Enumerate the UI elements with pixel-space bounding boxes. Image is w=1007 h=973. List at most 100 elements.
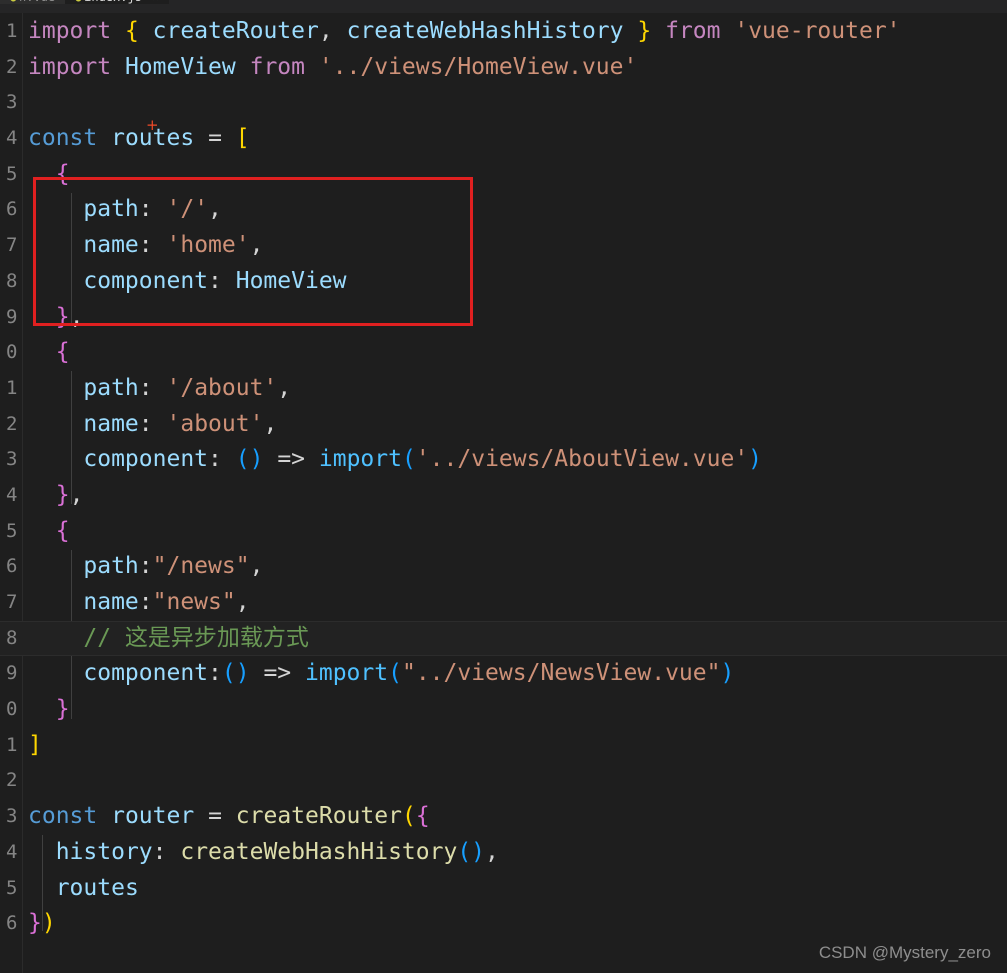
code-row[interactable]: 2 name: 'about',	[0, 407, 1007, 443]
vue-file-icon: ●	[10, 0, 19, 4]
token-string-news-path: "/news"	[152, 553, 250, 580]
line-number: 2	[6, 769, 17, 792]
tab-label: index.js	[84, 0, 142, 4]
code-row[interactable]: 2 import HomeView from '../views/HomeVie…	[0, 50, 1007, 86]
js-file-icon: ●	[75, 0, 84, 4]
code-row[interactable]: 6 })	[0, 906, 1007, 942]
code-row[interactable]: 7 name: 'home',	[0, 228, 1007, 264]
token-comma: ,	[485, 838, 499, 865]
token-colon: :	[138, 374, 153, 401]
token-paren-close: )	[249, 446, 264, 473]
code-line-text: path: '/about',	[28, 371, 291, 407]
token-prop-path: path	[83, 374, 139, 401]
token-brace-open: {	[55, 339, 70, 366]
line-number: 4	[6, 840, 17, 863]
line-number: 3	[6, 448, 17, 471]
token-prop-name: name	[83, 410, 139, 437]
token-brace-open: {	[124, 18, 139, 44]
red-plus-marker: +	[146, 116, 159, 134]
code-row[interactable]: 7 name:"news",	[0, 585, 1007, 621]
token-home-view: HomeView	[235, 267, 347, 294]
code-row[interactable]: 9 },	[0, 300, 1007, 336]
line-number: 9	[6, 662, 17, 685]
token-paren-open: (	[221, 660, 236, 687]
token-string-news-name: "news"	[152, 589, 236, 615]
code-line-text: // 这是异步加载方式	[28, 622, 309, 656]
code-row[interactable]: 3 const router = createRouter({	[0, 799, 1007, 835]
code-surface[interactable]: 1 import { createRouter, createWebHashHi…	[0, 13, 1007, 973]
token-keyword-const: const	[28, 125, 98, 152]
code-row[interactable]: 8 component: HomeView	[0, 264, 1007, 300]
code-line-text: const router = createRouter({	[28, 799, 430, 835]
token-colon: :	[208, 446, 222, 473]
code-row[interactable]: 0 {	[0, 335, 1007, 371]
token-comma: ,	[69, 481, 84, 508]
code-row[interactable]: 1 import { createRouter, createWebHashHi…	[0, 14, 1007, 50]
line-number: 6	[6, 912, 17, 935]
code-row[interactable]: 4 },	[0, 478, 1007, 514]
code-row[interactable]: 0 }	[0, 692, 1007, 728]
line-number: 0	[6, 341, 17, 364]
token-colon: :	[152, 838, 167, 865]
token-string-root: '/'	[166, 196, 209, 223]
code-row[interactable]: 4 history: createWebHashHistory(),	[0, 835, 1007, 871]
token-bracket-open: [	[235, 125, 250, 152]
code-row[interactable]: 5 routes	[0, 871, 1007, 907]
token-keyword-import: import	[28, 18, 112, 44]
tab-index-js[interactable]: ●index.js ×	[65, 0, 169, 4]
token-string-news-import: "../views/NewsView.vue"	[401, 660, 721, 687]
code-row[interactable]: 9 component:() => import("../views/NewsV…	[0, 656, 1007, 692]
line-number: 3	[6, 91, 17, 114]
code-line-text: component:() => import("../views/NewsVie…	[28, 656, 734, 692]
token-brace-close: }	[55, 481, 70, 508]
token-keyword-const: const	[28, 803, 98, 830]
token-paren-open: (	[457, 838, 472, 865]
token-prop-path: path	[83, 196, 139, 223]
close-icon[interactable]: ×	[152, 0, 159, 4]
code-row[interactable]: 6 path:"/news",	[0, 549, 1007, 585]
token-equals: =	[208, 125, 222, 152]
token-prop-path: path	[83, 553, 139, 580]
code-row[interactable]: 2	[0, 763, 1007, 799]
code-row-current[interactable]: 8 // 这是异步加载方式	[0, 620, 1007, 657]
token-paren-close: )	[748, 446, 763, 473]
token-prop-component: component	[83, 267, 209, 294]
token-comma: ,	[263, 410, 278, 437]
tab-n-vue[interactable]: ●n.vue	[0, 0, 66, 4]
code-line-text: history: createWebHashHistory(),	[28, 835, 499, 871]
token-brace-open: {	[415, 803, 430, 830]
line-number: 9	[6, 305, 17, 328]
token-prop-component: component	[83, 660, 209, 687]
code-row[interactable]: 5 {	[0, 514, 1007, 550]
line-number: 6	[6, 555, 17, 578]
token-paren-close: )	[235, 660, 250, 687]
token-comma: ,	[249, 232, 264, 259]
token-keyword-from: from	[665, 18, 721, 44]
token-create-router: createRouter	[152, 18, 319, 44]
line-number: 5	[6, 519, 17, 542]
code-row[interactable]: 6 path: '/',	[0, 192, 1007, 228]
token-paren-open: (	[388, 660, 402, 687]
line-number: 1	[6, 733, 17, 756]
token-paren-close: )	[41, 910, 56, 937]
line-number: 4	[6, 127, 17, 150]
code-row[interactable]: 3 component: () => import('../views/Abou…	[0, 442, 1007, 478]
token-paren-open: (	[235, 446, 250, 473]
code-line-text: ]	[28, 728, 42, 764]
line-number: 7	[6, 234, 17, 257]
token-string-about-import: '../views/AboutView.vue'	[415, 446, 749, 473]
line-number: 0	[6, 698, 17, 721]
token-home-view: HomeView	[124, 53, 236, 80]
token-paren-close: )	[471, 838, 486, 865]
code-line-text: {	[28, 335, 70, 371]
token-prop-name: name	[83, 232, 139, 259]
token-comma: ,	[318, 18, 333, 44]
token-comma: ,	[69, 303, 84, 330]
code-row[interactable]: 5 {	[0, 157, 1007, 193]
token-fn-import: import	[305, 660, 389, 687]
code-editor-window: ●n.vue ●index.js× 1 import { createRoute…	[0, 0, 1007, 973]
code-line-text: import { createRouter, createWebHashHist…	[28, 14, 901, 50]
code-row[interactable]: 1 ]	[0, 728, 1007, 764]
code-row[interactable]: 1 path: '/about',	[0, 371, 1007, 407]
token-fn-import: import	[318, 446, 402, 473]
